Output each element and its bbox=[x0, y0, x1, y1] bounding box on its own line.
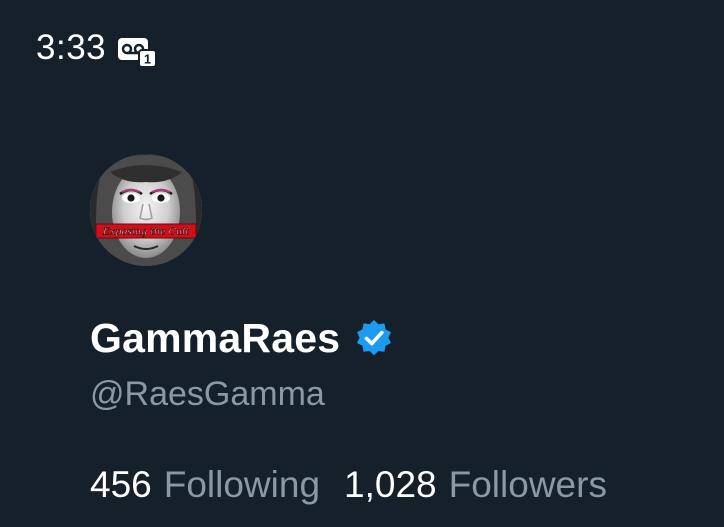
voicemail-notification-icon: 1 bbox=[118, 36, 158, 68]
profile-handle: @RaesGamma bbox=[90, 375, 325, 413]
following-count: 456 bbox=[90, 464, 152, 505]
followers-label: Followers bbox=[448, 464, 607, 505]
display-name-row: GammaRaes bbox=[90, 312, 394, 364]
following-label: Following bbox=[163, 464, 321, 505]
status-bar: 3:33 1 bbox=[36, 26, 158, 70]
display-name: GammaRaes bbox=[90, 314, 341, 361]
avatar-banner-text: Exposing the Cult bbox=[102, 227, 189, 238]
verified-badge-icon[interactable] bbox=[354, 318, 394, 358]
voicemail-badge-count: 1 bbox=[144, 52, 151, 67]
followers-stat[interactable]: 1,028 Followers bbox=[344, 464, 607, 506]
status-time: 3:33 bbox=[36, 28, 107, 67]
profile-avatar[interactable]: Exposing the Cult bbox=[90, 154, 202, 266]
following-stat[interactable]: 456 Following bbox=[90, 464, 320, 506]
followers-count: 1,028 bbox=[344, 464, 437, 505]
follow-stats: 456 Following 1,028 Followers bbox=[90, 464, 631, 506]
